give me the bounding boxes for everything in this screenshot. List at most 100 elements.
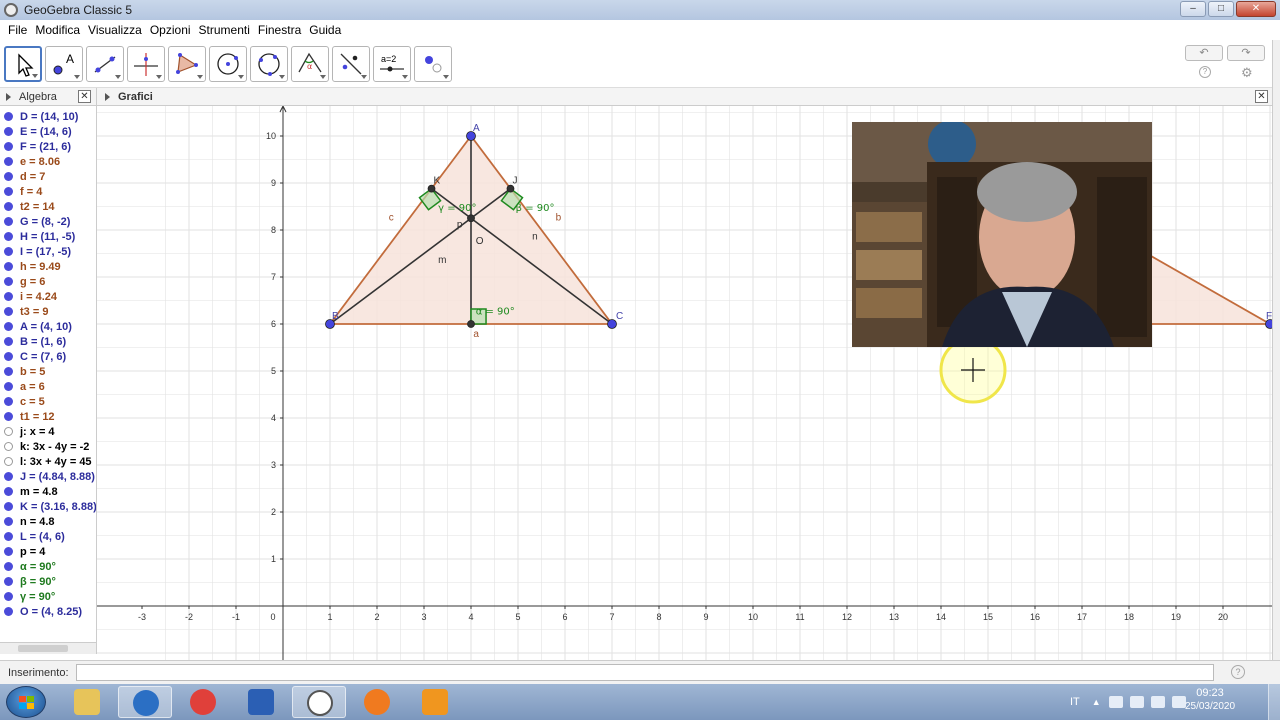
visibility-toggle-icon[interactable] — [4, 457, 13, 466]
tool-point[interactable]: A — [45, 46, 83, 82]
algebra-row[interactable]: t3 = 9 — [0, 304, 96, 319]
algebra-row[interactable]: J = (4.84, 8.88) — [0, 469, 96, 484]
algebra-row[interactable]: t2 = 14 — [0, 199, 96, 214]
algebra-row[interactable]: m = 4.8 — [0, 484, 96, 499]
taskbar-app-video-app[interactable] — [408, 686, 462, 718]
algebra-row[interactable]: E = (14, 6) — [0, 124, 96, 139]
redo-button[interactable]: ↷ — [1227, 45, 1265, 61]
algebra-row[interactable]: D = (14, 10) — [0, 109, 96, 124]
visibility-toggle-icon[interactable] — [4, 112, 13, 121]
menu-guida[interactable]: Guida — [305, 23, 345, 37]
algebra-row[interactable]: a = 6 — [0, 379, 96, 394]
point-unnamed[interactable] — [467, 214, 475, 223]
visibility-toggle-icon[interactable] — [4, 262, 13, 271]
visibility-toggle-icon[interactable] — [4, 562, 13, 571]
tool-show-hide[interactable] — [414, 46, 452, 82]
menu-modifica[interactable]: Modifica — [31, 23, 84, 37]
visibility-toggle-icon[interactable] — [4, 217, 13, 226]
visibility-toggle-icon[interactable] — [4, 277, 13, 286]
input-help-icon[interactable]: ? — [1231, 665, 1245, 679]
visibility-toggle-icon[interactable] — [4, 397, 13, 406]
algebra-row[interactable]: n = 4.8 — [0, 514, 96, 529]
tool-reflect[interactable] — [332, 46, 370, 82]
menu-finestra[interactable]: Finestra — [254, 23, 305, 37]
visibility-toggle-icon[interactable] — [4, 382, 13, 391]
menu-strumenti[interactable]: Strumenti — [195, 23, 254, 37]
algebra-row[interactable]: g = 6 — [0, 274, 96, 289]
visibility-toggle-icon[interactable] — [4, 472, 13, 481]
algebra-row[interactable]: d = 7 — [0, 169, 96, 184]
algebra-row[interactable]: F = (21, 6) — [0, 139, 96, 154]
visibility-toggle-icon[interactable] — [4, 142, 13, 151]
visibility-toggle-icon[interactable] — [4, 307, 13, 316]
visibility-toggle-icon[interactable] — [4, 187, 13, 196]
visibility-toggle-icon[interactable] — [4, 322, 13, 331]
visibility-toggle-icon[interactable] — [4, 532, 13, 541]
visibility-toggle-icon[interactable] — [4, 172, 13, 181]
settings-gear-icon[interactable]: ⚙ — [1241, 65, 1253, 81]
algebra-row[interactable]: k: 3x - 4y = -2 — [0, 439, 96, 454]
start-button[interactable] — [6, 686, 46, 718]
tool-perpendicular[interactable] — [127, 46, 165, 82]
tool-slider[interactable]: a=2 — [373, 46, 411, 82]
algebra-row[interactable]: K = (3.16, 8.88) — [0, 499, 96, 514]
show-desktop-button[interactable] — [1268, 684, 1280, 720]
algebra-row[interactable]: I = (17, -5) — [0, 244, 96, 259]
algebra-row[interactable]: C = (7, 6) — [0, 349, 96, 364]
visibility-toggle-icon[interactable] — [4, 232, 13, 241]
visibility-toggle-icon[interactable] — [4, 367, 13, 376]
visibility-toggle-icon[interactable] — [4, 592, 13, 601]
taskbar-app-word[interactable] — [234, 686, 288, 718]
point-unnamed[interactable] — [467, 320, 475, 328]
algebra-row[interactable]: L = (4, 6) — [0, 529, 96, 544]
algebra-row[interactable]: i = 4.24 — [0, 289, 96, 304]
algebra-row[interactable]: f = 4 — [0, 184, 96, 199]
visibility-toggle-icon[interactable] — [4, 427, 13, 436]
tool-circle-center[interactable] — [209, 46, 247, 82]
collapse-arrow-icon[interactable] — [105, 92, 110, 101]
visibility-toggle-icon[interactable] — [4, 202, 13, 211]
algebra-row[interactable]: H = (11, -5) — [0, 229, 96, 244]
right-scrollbar[interactable] — [1272, 40, 1280, 660]
visibility-toggle-icon[interactable] — [4, 412, 13, 421]
algebra-row[interactable]: j: x = 4 — [0, 424, 96, 439]
visibility-toggle-icon[interactable] — [4, 487, 13, 496]
algebra-horizontal-scrollbar[interactable] — [0, 642, 97, 654]
minimize-button[interactable]: – — [1180, 1, 1206, 17]
algebra-row[interactable]: e = 8.06 — [0, 154, 96, 169]
visibility-toggle-icon[interactable] — [4, 502, 13, 511]
tray-expand-icon[interactable]: ▲ — [1092, 697, 1101, 707]
graphics-close-button[interactable]: ✕ — [1255, 90, 1268, 103]
menu-opzioni[interactable]: Opzioni — [146, 23, 195, 37]
visibility-toggle-icon[interactable] — [4, 352, 13, 361]
flag-icon[interactable] — [1129, 696, 1144, 708]
menu-file[interactable]: File — [4, 23, 31, 37]
visibility-toggle-icon[interactable] — [4, 442, 13, 451]
visibility-toggle-icon[interactable] — [4, 157, 13, 166]
tool-angle[interactable]: α — [291, 46, 329, 82]
visibility-toggle-icon[interactable] — [4, 127, 13, 136]
algebra-row[interactable]: γ = 90° — [0, 589, 96, 604]
algebra-row[interactable]: G = (8, -2) — [0, 214, 96, 229]
taskbar-app-geogebra[interactable] — [292, 686, 346, 718]
maximize-button[interactable]: □ — [1208, 1, 1234, 17]
visibility-toggle-icon[interactable] — [4, 547, 13, 556]
visibility-toggle-icon[interactable] — [4, 517, 13, 526]
tool-move[interactable] — [4, 46, 42, 82]
algebra-row[interactable]: l: 3x + 4y = 45 — [0, 454, 96, 469]
algebra-row[interactable]: b = 5 — [0, 364, 96, 379]
algebra-row[interactable]: A = (4, 10) — [0, 319, 96, 334]
taskbar-app-explorer[interactable] — [60, 686, 114, 718]
algebra-row[interactable]: α = 90° — [0, 559, 96, 574]
scrollbar-thumb[interactable] — [18, 645, 68, 652]
battery-icon[interactable] — [1150, 696, 1165, 708]
taskbar-app-chrome[interactable] — [176, 686, 230, 718]
visibility-toggle-icon[interactable] — [4, 607, 13, 616]
close-button[interactable]: ✕ — [1236, 1, 1276, 17]
collapse-arrow-icon[interactable] — [6, 92, 11, 101]
algebra-row[interactable]: B = (1, 6) — [0, 334, 96, 349]
tool-line[interactable] — [86, 46, 124, 82]
visibility-toggle-icon[interactable] — [4, 577, 13, 586]
algebra-row[interactable]: c = 5 — [0, 394, 96, 409]
input-field[interactable] — [76, 664, 1214, 681]
